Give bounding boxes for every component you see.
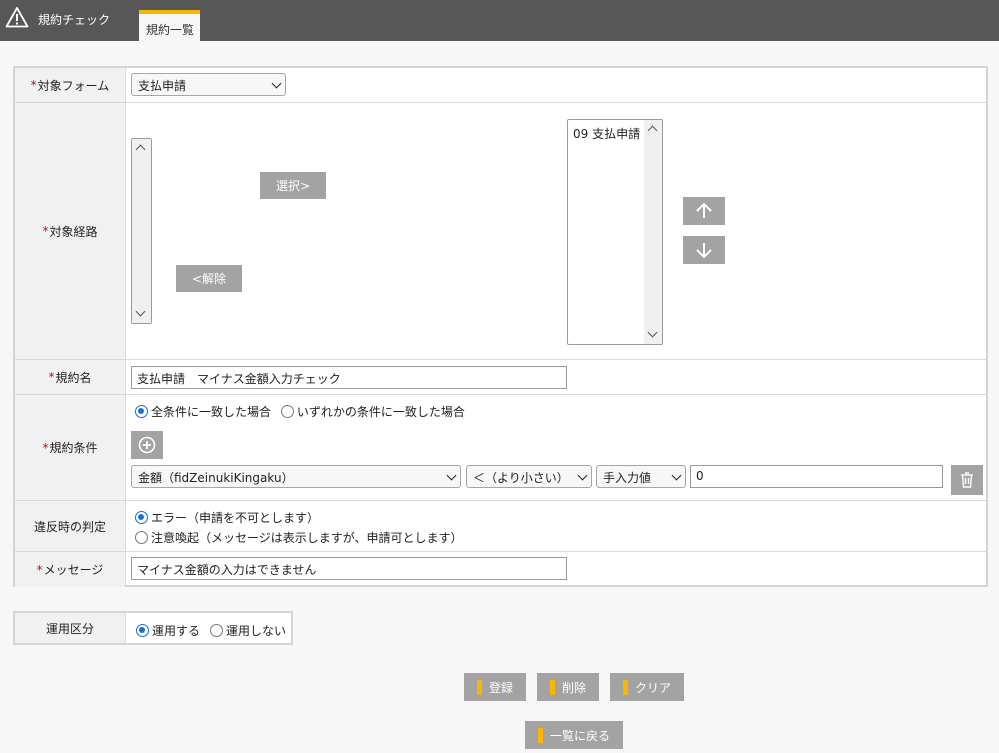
rule-condition-row: * 規約条件 全条件に一致した場合 いずれかの条件に一致した場合 金額（fidZe… [15,395,986,501]
apply-section: 運用区分 運用する 運用しない [13,611,293,645]
delete-button[interactable]: 削除 [537,673,599,701]
warning-icon [5,7,29,28]
chevron-down-icon [671,470,682,481]
scroll-down-icon [135,306,146,317]
select-route-button[interactable]: 選択> [260,172,326,199]
match-any-radio[interactable]: いずれかの条件に一致した場合 [280,405,465,419]
move-down-button[interactable] [683,236,725,264]
warning-radio[interactable]: 注意喚起（メッセージは表示しますが、申請可とします） [135,529,463,546]
rule-name-label: * 規約名 [15,360,126,394]
match-mode-group: 全条件に一致した場合 いずれかの条件に一致した場合 [135,403,465,420]
back-to-list-button[interactable]: 一覧に戻る [525,721,623,749]
chevron-down-icon [446,470,457,481]
selected-route-item[interactable]: 09 支払申請 [573,125,640,142]
selected-route-scrollbar[interactable] [644,120,662,344]
chevron-down-icon [271,78,282,89]
arrow-down-icon [696,243,712,259]
message-row: * メッセージ マイナス金額の入力はできません [15,552,986,587]
message-input[interactable]: マイナス金額の入力はできません [131,557,567,580]
apply-off-radio[interactable]: 運用しない [210,622,286,639]
arrow-up-icon [696,202,712,218]
scroll-up-icon [647,125,658,136]
tab-rule-list[interactable]: 規約一覧 [139,10,200,41]
remove-route-button[interactable]: <解除 [176,265,242,292]
app-title: 規約チェック [38,13,111,27]
available-route-list[interactable] [131,138,152,324]
radio-selected-icon [135,405,148,418]
chevron-down-icon [577,470,588,481]
register-button[interactable]: 登録 [464,673,526,701]
radio-unselected-icon [280,405,294,418]
condition-value-input[interactable]: 0 [690,465,943,488]
match-all-radio[interactable]: 全条件に一致した場合 [135,405,271,419]
accent-bar-icon [476,679,482,695]
plus-circle-icon [138,436,156,454]
radio-unselected-icon [135,531,148,544]
apply-on-radio[interactable]: 運用する [136,622,200,639]
add-condition-button[interactable] [131,431,163,459]
target-route-label: * 対象経路 [15,103,126,359]
violation-label: 違反時の判定 [15,501,126,551]
radio-selected-icon [135,511,148,524]
radio-selected-icon [136,624,149,637]
clear-button[interactable]: クリア [610,673,684,701]
error-radio[interactable]: エラー（申請を不可とします） [135,509,319,526]
condition-value-type-select[interactable]: 手入力値 [596,465,686,488]
accent-bar-icon [537,727,543,743]
available-route-scrollbar[interactable] [132,139,151,323]
accent-bar-icon [622,679,628,695]
radio-unselected-icon [210,624,223,637]
rule-name-input[interactable]: 支払申請 マイナス金額入力チェック [131,366,567,389]
violation-row: 違反時の判定 エラー（申請を不可とします） 注意喚起（メッセージは表示しますが、… [15,501,986,552]
trash-icon [961,472,973,488]
target-route-row: * 対象経路 選択> <解除 09 支払申請 [15,103,986,360]
delete-condition-button[interactable] [951,465,983,495]
condition-field-select[interactable]: 金額（fidZeinukiKingaku） [131,465,461,488]
apply-label: 運用区分 [15,613,126,643]
target-form-row: * 対象フォーム 支払申請 [15,68,986,103]
rule-condition-label: * 規約条件 [15,395,126,500]
rule-form: * 対象フォーム 支払申請 * 対象経路 選択> <解除 09 支払申請 * 規… [13,66,988,587]
condition-operator-select[interactable]: ＜（より小さい） [466,465,592,488]
scroll-down-icon [647,327,658,338]
target-form-select[interactable]: 支払申請 [131,73,286,96]
message-label: * メッセージ [15,552,126,587]
move-up-button[interactable] [683,197,725,225]
target-form-label: * 対象フォーム [15,68,126,102]
app-header: 規約チェック 規約一覧 [0,0,999,41]
scroll-up-icon [135,144,146,155]
accent-bar-icon [549,679,555,695]
rule-name-row: * 規約名 支払申請 マイナス金額入力チェック [15,360,986,395]
selected-route-list[interactable]: 09 支払申請 [567,119,663,345]
